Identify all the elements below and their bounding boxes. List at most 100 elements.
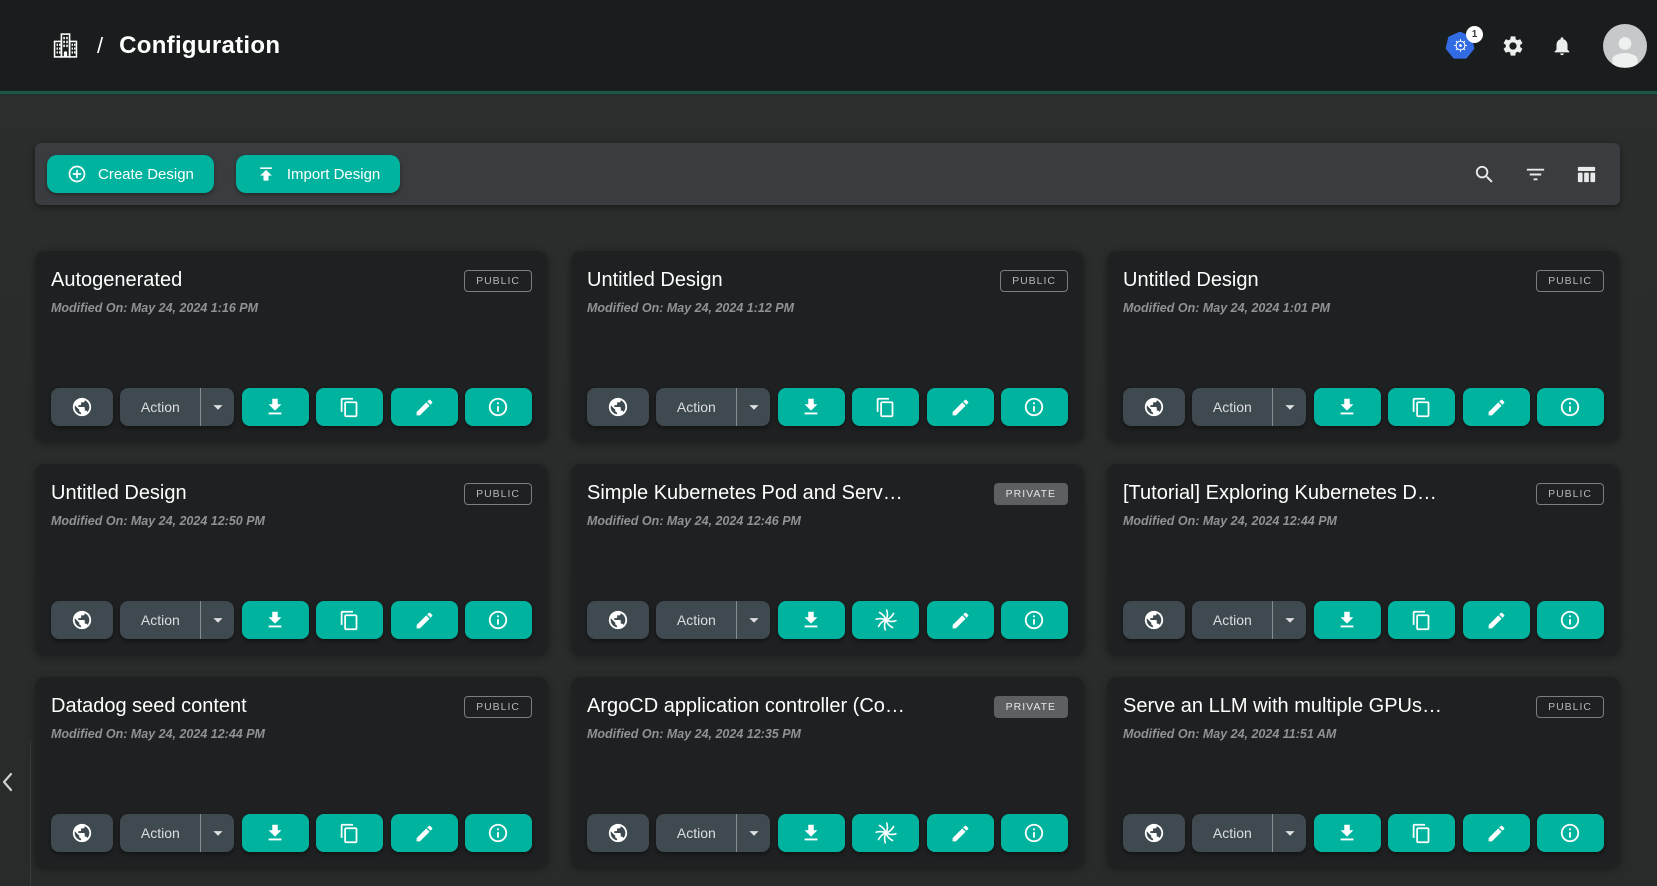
action-button[interactable]: Action [656, 601, 736, 639]
toolbar-right-icons [1473, 163, 1598, 186]
action-button[interactable]: Action [656, 388, 736, 426]
settings-gear-icon[interactable] [1501, 34, 1525, 58]
modified-date: Modified On: May 24, 2024 12:44 PM [51, 727, 532, 741]
visibility-globe-button[interactable] [1123, 814, 1185, 852]
modified-date: Modified On: May 24, 2024 11:51 AM [1123, 727, 1604, 741]
globe-public-icon [71, 822, 93, 844]
clone-button[interactable] [1388, 388, 1455, 426]
globe-public-icon [607, 609, 629, 631]
chevron-down-icon [1279, 822, 1301, 844]
download-button[interactable] [778, 814, 845, 852]
organization-building-icon[interactable] [50, 30, 81, 61]
download-button[interactable] [242, 388, 309, 426]
action-dropdown-toggle[interactable] [736, 814, 770, 852]
design-title: Simple Kubernetes Pod and Serv… [587, 481, 917, 506]
design-title: [Tutorial] Exploring Kubernetes D… [1123, 481, 1451, 506]
download-button[interactable] [1314, 388, 1381, 426]
filter-list-icon[interactable] [1524, 163, 1547, 186]
design-title: Autogenerated [51, 268, 196, 293]
edit-button[interactable] [927, 601, 994, 639]
action-dropdown-toggle[interactable] [736, 601, 770, 639]
info-button[interactable] [1001, 388, 1068, 426]
info-icon [1023, 396, 1045, 418]
clone-button[interactable] [316, 601, 383, 639]
visibility-globe-button[interactable] [587, 388, 649, 426]
download-button[interactable] [778, 388, 845, 426]
add-circle-icon [67, 164, 87, 184]
edit-pencil-icon [414, 610, 435, 631]
clone-button[interactable] [1388, 814, 1455, 852]
page-title: Configuration [119, 32, 280, 60]
action-dropdown-toggle[interactable] [200, 601, 234, 639]
edit-button[interactable] [927, 388, 994, 426]
clone-button[interactable] [316, 814, 383, 852]
create-design-button[interactable]: Create Design [47, 155, 214, 193]
download-button[interactable] [1314, 814, 1381, 852]
info-button[interactable] [1537, 601, 1604, 639]
action-dropdown-toggle[interactable] [1272, 814, 1306, 852]
clone-button[interactable] [852, 601, 919, 639]
edit-button[interactable] [1463, 388, 1530, 426]
edit-button[interactable] [1463, 814, 1530, 852]
info-button[interactable] [465, 601, 532, 639]
visibility-globe-button[interactable] [51, 814, 113, 852]
search-icon[interactable] [1473, 163, 1496, 186]
download-button[interactable] [242, 601, 309, 639]
info-button[interactable] [465, 388, 532, 426]
edit-button[interactable] [927, 814, 994, 852]
action-dropdown-toggle[interactable] [736, 388, 770, 426]
clone-button[interactable] [316, 388, 383, 426]
edit-button[interactable] [391, 814, 458, 852]
card-header: Simple Kubernetes Pod and Serv… PRIVATE [587, 481, 1068, 506]
download-button[interactable] [1314, 601, 1381, 639]
table-columns-icon[interactable] [1575, 163, 1598, 186]
action-dropdown-toggle[interactable] [1272, 601, 1306, 639]
info-button[interactable] [1537, 388, 1604, 426]
info-button[interactable] [1001, 814, 1068, 852]
kubernetes-context-chip[interactable]: 1 [1445, 32, 1475, 60]
action-dropdown-toggle[interactable] [200, 814, 234, 852]
visibility-globe-button[interactable] [587, 601, 649, 639]
action-button[interactable]: Action [1192, 601, 1272, 639]
action-dropdown-toggle[interactable] [200, 388, 234, 426]
visibility-globe-button[interactable] [1123, 388, 1185, 426]
action-button[interactable]: Action [120, 388, 200, 426]
action-button[interactable]: Action [120, 814, 200, 852]
chevron-down-icon [1279, 396, 1301, 418]
edit-pencil-icon [1486, 823, 1507, 844]
edit-button[interactable] [391, 601, 458, 639]
edit-button[interactable] [391, 388, 458, 426]
user-avatar[interactable] [1603, 24, 1647, 68]
design-title: ArgoCD application controller (Co… [587, 694, 919, 719]
visibility-globe-button[interactable] [51, 601, 113, 639]
download-button[interactable] [778, 601, 845, 639]
clone-button[interactable] [852, 814, 919, 852]
clone-button[interactable] [1388, 601, 1455, 639]
info-button[interactable] [465, 814, 532, 852]
copy-icon [1411, 397, 1432, 418]
info-button[interactable] [1537, 814, 1604, 852]
design-card: Simple Kubernetes Pod and Serv… PRIVATE … [571, 464, 1084, 655]
action-split-button: Action [656, 601, 770, 639]
globe-public-icon [607, 396, 629, 418]
action-button[interactable]: Action [120, 601, 200, 639]
action-dropdown-toggle[interactable] [1272, 388, 1306, 426]
visibility-globe-button[interactable] [587, 814, 649, 852]
edit-button[interactable] [1463, 601, 1530, 639]
import-design-button[interactable]: Import Design [236, 155, 400, 193]
globe-public-icon [1143, 822, 1165, 844]
info-button[interactable] [1001, 601, 1068, 639]
clone-button[interactable] [852, 388, 919, 426]
app-header: / Configuration 1 [0, 0, 1657, 94]
action-button[interactable]: Action [1192, 388, 1272, 426]
action-button[interactable]: Action [1192, 814, 1272, 852]
notifications-bell-icon[interactable] [1551, 35, 1573, 57]
edit-pencil-icon [1486, 610, 1507, 631]
download-button[interactable] [242, 814, 309, 852]
visibility-globe-button[interactable] [51, 388, 113, 426]
action-button[interactable]: Action [656, 814, 736, 852]
import-design-label: Import Design [287, 166, 380, 183]
visibility-globe-button[interactable] [1123, 601, 1185, 639]
breadcrumb: / Configuration [50, 30, 280, 61]
drawer-collapse-toggle[interactable] [2, 772, 13, 797]
